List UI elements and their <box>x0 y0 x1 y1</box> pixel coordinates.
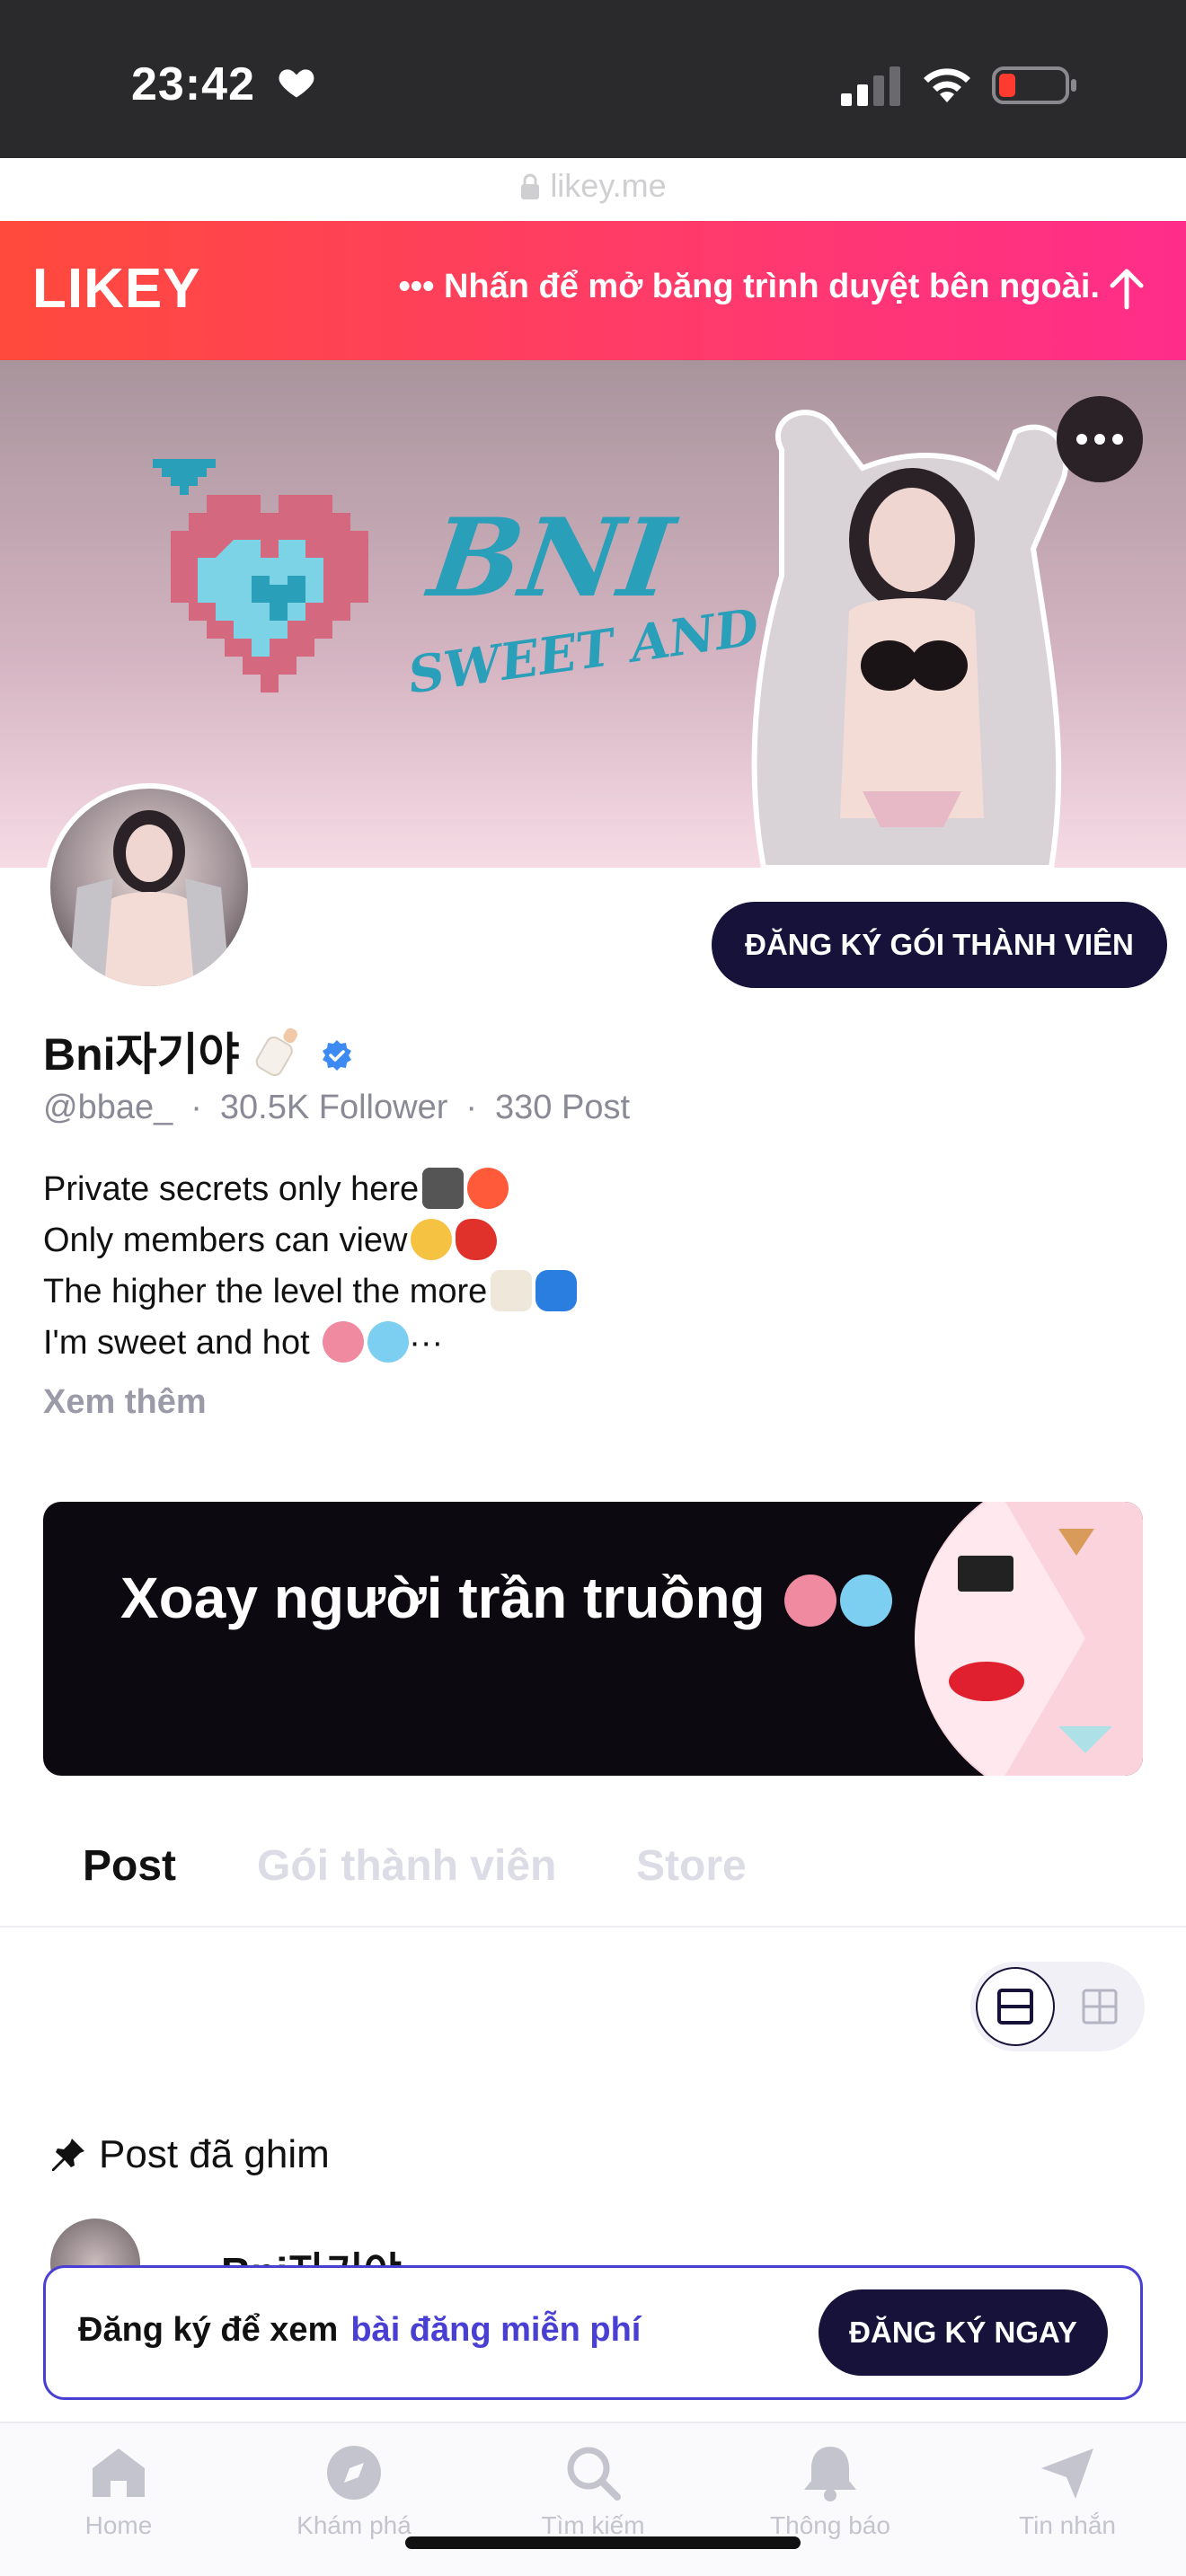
pin-icon <box>52 2139 84 2171</box>
camera-flash-emoji <box>422 1168 465 1209</box>
profile-bio: Private secrets only here Only members c… <box>43 1164 578 1369</box>
nav-notifications[interactable]: Thông báo <box>740 2423 920 2540</box>
open-browser-text: ••• Nhấn để mở băng trình duyệt bên ngoà… <box>398 268 1100 305</box>
send-icon <box>1041 2448 1093 2499</box>
tongue-emoji <box>323 1321 365 1363</box>
signup-prompt-text: Đăng ký để xem bài đăng miễn phí <box>78 2311 641 2350</box>
signal-icon <box>841 66 900 106</box>
home-indicator[interactable] <box>405 2536 801 2549</box>
bio-text: I'm sweet and hot <box>43 1324 320 1362</box>
follower-count[interactable]: 30.5K Follower <box>220 1089 447 1126</box>
lock-icon <box>521 173 540 199</box>
grid-view-icon <box>1082 1989 1118 2025</box>
tab-post[interactable]: Post <box>83 1841 176 1891</box>
bio-line: The higher the level the more <box>43 1266 578 1318</box>
see-more-link[interactable]: Xem thêm <box>43 1383 207 1422</box>
grid-view-button[interactable] <box>1060 1967 1139 2046</box>
free-posts-link[interactable]: bài đăng miễn phí <box>350 2311 641 2349</box>
nav-home[interactable]: Home <box>29 2423 208 2540</box>
baby-bottle-emoji <box>491 1270 533 1311</box>
open-browser-banner[interactable]: LIKEY ••• Nhấn để mở băng trình duyệt bê… <box>0 221 1186 360</box>
tongue-emoji <box>784 1575 837 1627</box>
nav-label: Home <box>84 2511 153 2539</box>
likey-logo: LIKEY <box>32 258 201 320</box>
more-horizontal-icon <box>1076 434 1087 445</box>
profile-handle: @bbae_ <box>43 1089 173 1126</box>
separator-dot: · <box>465 1089 478 1126</box>
more-dot <box>1094 434 1105 445</box>
separator-dot: · <box>190 1089 202 1126</box>
signup-text: Đăng ký để xem <box>78 2311 339 2349</box>
bio-text: Only members can view <box>43 1222 408 1259</box>
bio-line: Private secrets only here <box>43 1164 577 1215</box>
tabs-divider <box>0 1926 1186 1928</box>
subscribe-membership-button[interactable]: ĐĂNG KÝ GÓI THÀNH VIÊN <box>712 902 1167 988</box>
woozy-face-emoji <box>411 1219 453 1260</box>
baby-bottle-emoji <box>255 1028 298 1077</box>
pixel-heart-graphic <box>153 459 368 693</box>
chili-pepper-emoji <box>456 1219 498 1260</box>
home-icon <box>93 2448 145 2497</box>
bio-text: The higher the level the more <box>43 1273 488 1310</box>
nav-explore[interactable]: Khám phá <box>264 2423 444 2540</box>
status-time: 23:42 <box>131 58 255 110</box>
bottom-nav: Home Khám phá Tìm kiếm Thông báo Tin nhắ… <box>0 2422 1186 2576</box>
tab-membership[interactable]: Gói thành viên <box>257 1841 556 1891</box>
signup-now-button[interactable]: ĐĂNG KÝ NGAY <box>819 2289 1108 2376</box>
sweat-droplets-emoji <box>367 1321 410 1363</box>
cover-title: BNI <box>422 495 681 622</box>
view-toggle <box>970 1962 1145 2051</box>
heart-icon <box>279 69 314 98</box>
url-text: likey.me <box>550 167 667 204</box>
pinned-label: Post đã ghim <box>99 2132 330 2176</box>
profile-meta: @bbae_ · 30.5K Follower · 330 Post <box>43 1089 630 1127</box>
signup-prompt-bar: Đăng ký để xem bài đăng miễn phí ĐĂNG KÝ … <box>43 2265 1143 2400</box>
bio-ellipsis: ··· <box>409 1324 444 1362</box>
url-bar[interactable]: likey.me <box>0 167 1186 205</box>
arrow-up-icon <box>1110 269 1144 310</box>
list-view-button[interactable] <box>976 1967 1055 2046</box>
status-bar: 23:42 likey.me <box>0 0 1186 204</box>
promo-banner[interactable]: Xoay người trần truồng <box>43 1502 1143 1776</box>
sweat-droplets-emoji <box>840 1575 893 1627</box>
bio-line: I'm sweet and hot ··· <box>43 1318 577 1369</box>
more-dot <box>1112 434 1123 445</box>
hot-face-emoji <box>467 1168 509 1209</box>
compass-icon <box>327 2446 381 2500</box>
pinned-post-header: Post đã ghim <box>50 2132 330 2177</box>
profile-name: Bni자기야 <box>43 1029 240 1080</box>
nav-search[interactable]: Tìm kiếm <box>503 2423 683 2540</box>
cover-photo <box>751 410 1069 868</box>
nav-messages[interactable]: Tin nhắn <box>978 2423 1157 2540</box>
bell-icon <box>804 2447 856 2501</box>
tab-store[interactable]: Store <box>636 1841 747 1891</box>
bio-text: Private secrets only here <box>43 1170 420 1208</box>
verified-badge-icon <box>323 1040 351 1071</box>
butterfly-emoji <box>535 1270 578 1311</box>
search-icon <box>567 2447 621 2501</box>
post-count: 330 Post <box>495 1089 631 1126</box>
bio-line: Only members can view <box>43 1215 577 1266</box>
nav-label: Tin nhắn <box>1019 2511 1116 2539</box>
list-view-icon <box>997 1989 1033 2025</box>
wifi-icon <box>924 68 970 102</box>
promo-title: Xoay người trần truồng <box>120 1566 766 1630</box>
promo-text: Xoay người trần truồng <box>120 1559 893 1636</box>
promo-wheel-graphic <box>915 1502 1143 1776</box>
profile-tabs: Post Gói thành viên Store <box>43 1841 1148 1928</box>
avatar[interactable] <box>45 783 253 992</box>
avatar-photo <box>68 810 230 986</box>
battery-low-icon <box>992 66 1076 104</box>
more-options-button[interactable] <box>1057 396 1143 482</box>
